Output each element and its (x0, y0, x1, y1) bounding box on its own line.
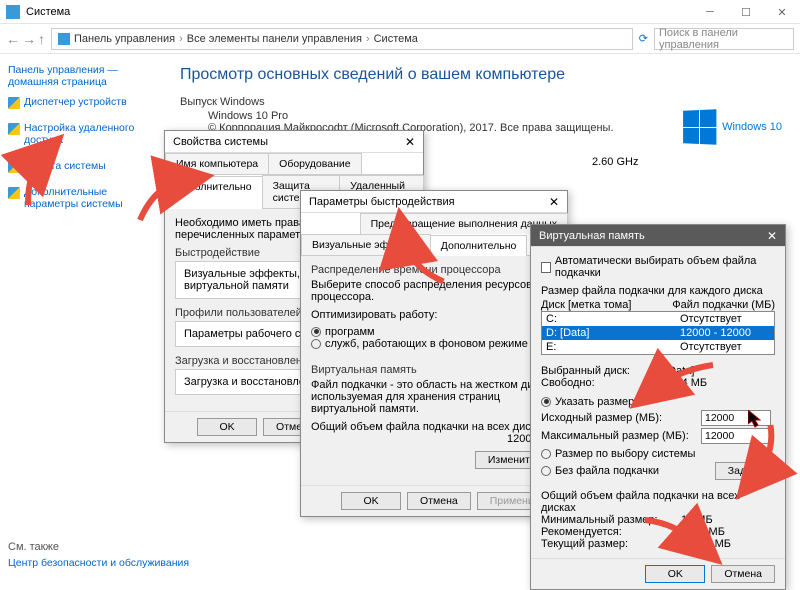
dlg1-tab-name[interactable]: Имя компьютера (165, 153, 269, 174)
breadcrumb[interactable]: Панель управления› Все элементы панели у… (51, 28, 633, 50)
close-button[interactable]: ✕ (764, 0, 800, 24)
cursor-icon (748, 410, 762, 431)
dlg2-ok[interactable]: OK (341, 492, 401, 510)
dlg1-tabs: Имя компьютера Оборудование (165, 153, 423, 175)
sidebar-protection[interactable]: Защита системы (24, 160, 106, 172)
dlg2-cancel[interactable]: Отмена (407, 492, 471, 510)
dlg3-auto[interactable]: Автоматически выбирать объем файла подка… (541, 255, 775, 279)
dlg2-close[interactable]: ✕ (549, 195, 559, 209)
shield-icon (8, 161, 20, 173)
dlg2-tab-visual[interactable]: Визуальные эффекты (301, 234, 431, 255)
dlg1-tab-hw[interactable]: Оборудование (268, 153, 361, 174)
back-button[interactable]: ← (6, 31, 20, 47)
sidebar-home[interactable]: Панель управления — домашняя страница (8, 64, 152, 88)
shield-icon (8, 123, 20, 135)
dlg2-vm-total: 12000 МБ (311, 433, 557, 445)
dlg2-programs[interactable]: программ (311, 326, 375, 338)
cpu-fragment: 2.60 GHz (592, 156, 638, 168)
windows-logo: Windows 10 (682, 110, 782, 144)
forward-button[interactable]: → (22, 31, 36, 47)
dlg1-ok[interactable]: OK (197, 418, 257, 436)
sidebar: Панель управления — домашняя страница Ди… (0, 54, 160, 589)
page-heading: Просмотр основных сведений о вашем компь… (180, 66, 780, 84)
dlg3-system[interactable]: Размер по выбору системы (541, 448, 695, 460)
titlebar: Система ─ ☐ ✕ (0, 0, 800, 24)
dlg3-set[interactable]: Задать (715, 462, 775, 480)
dlg2-tab-advanced[interactable]: Дополнительно (430, 235, 528, 256)
sidebar-devmgr[interactable]: Диспетчер устройств (24, 96, 127, 108)
dlg1-tab-advanced[interactable]: Дополнительно (165, 176, 263, 209)
maximize-button[interactable]: ☐ (728, 0, 764, 24)
sidebar-advanced[interactable]: Дополнительные параметры системы (24, 186, 152, 210)
minimize-button[interactable]: ─ (692, 0, 728, 24)
dlg3-custom[interactable]: Указать размер: (541, 396, 637, 408)
dlg2-title: Параметры быстродействия (309, 196, 455, 208)
dlg1-title: Свойства системы (173, 136, 268, 148)
refresh-button[interactable]: ⟳ (639, 32, 648, 45)
shield-icon (8, 187, 20, 199)
window-controls: ─ ☐ ✕ (692, 0, 800, 24)
dlg3-cancel[interactable]: Отмена (711, 565, 775, 583)
edition-label: Выпуск Windows (180, 96, 780, 108)
navbar: ← → ↑ Панель управления› Все элементы па… (0, 24, 800, 54)
dlg3-none[interactable]: Без файла подкачки (541, 465, 659, 477)
system-icon (6, 5, 20, 19)
dlg3-ok[interactable]: OK (645, 565, 705, 583)
window-title: Система (26, 6, 70, 18)
up-button[interactable]: ↑ (38, 31, 45, 47)
dlg1-close[interactable]: ✕ (405, 135, 415, 149)
dlg3-title: Виртуальная память (539, 230, 645, 242)
sidebar-remote[interactable]: Настройка удаленного доступа (24, 122, 152, 146)
performance-options-dialog: Параметры быстродействия✕ Предотвращение… (300, 190, 568, 517)
search-input[interactable]: Поиск в панели управления (654, 28, 794, 50)
dlg2-services[interactable]: служб, работающих в фоновом режиме (311, 338, 528, 350)
monitor-icon (58, 33, 70, 45)
virtual-memory-dialog: Виртуальная память ✕ Автоматически выбира… (530, 224, 786, 590)
dlg3-close[interactable]: ✕ (767, 229, 777, 243)
disk-list[interactable]: C:Отсутствует D: [Data]12000 - 12000 E:О… (541, 311, 775, 355)
shield-icon (8, 97, 20, 109)
